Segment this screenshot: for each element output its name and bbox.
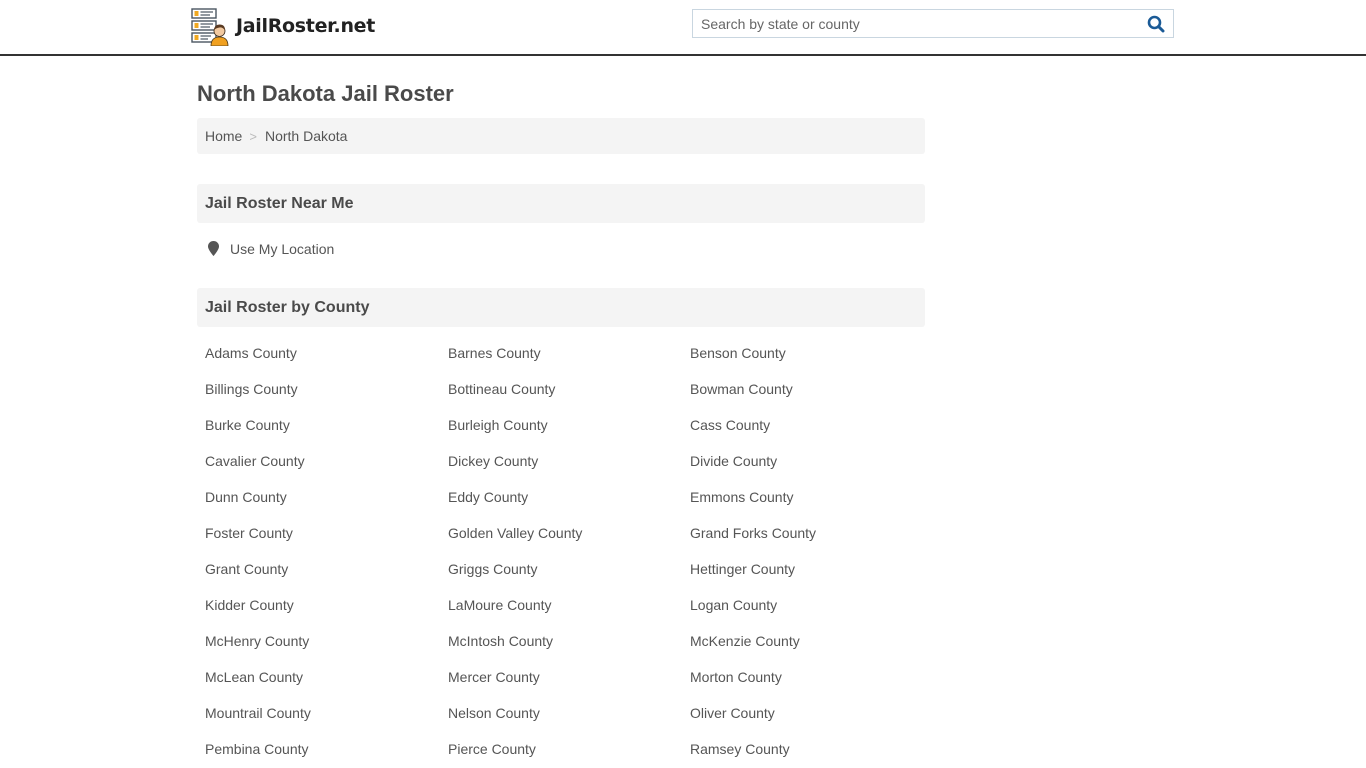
county-link[interactable]: Dickey County	[440, 443, 682, 479]
county-link[interactable]: Kidder County	[197, 587, 440, 623]
county-link[interactable]: Billings County	[197, 371, 440, 407]
county-link[interactable]: Golden Valley County	[440, 515, 682, 551]
county-link[interactable]: Adams County	[197, 335, 440, 371]
search-form	[692, 9, 1174, 38]
site-header: JailRoster.net	[0, 0, 1366, 56]
county-link[interactable]: Grant County	[197, 551, 440, 587]
county-link[interactable]: Emmons County	[682, 479, 925, 515]
county-link[interactable]: McHenry County	[197, 623, 440, 659]
county-link[interactable]: LaMoure County	[440, 587, 682, 623]
breadcrumb-home[interactable]: Home	[205, 128, 242, 144]
county-link[interactable]: Pembina County	[197, 731, 440, 767]
county-list: Adams County Barnes County Benson County Bi…	[197, 335, 925, 767]
county-link[interactable]: Burleigh County	[440, 407, 682, 443]
county-link[interactable]: Barnes County	[440, 335, 682, 371]
by-county-heading: Jail Roster by County	[197, 288, 925, 327]
page-title: North Dakota Jail Roster	[197, 81, 454, 106]
county-link[interactable]: Logan County	[682, 587, 925, 623]
county-link[interactable]: Mountrail County	[197, 695, 440, 731]
breadcrumb-current: North Dakota	[264, 128, 348, 144]
county-link[interactable]: McLean County	[197, 659, 440, 695]
site-logo-link[interactable]: JailRoster.net	[191, 8, 376, 47]
map-pin-icon	[208, 240, 219, 256]
county-link[interactable]: Bottineau County	[440, 371, 682, 407]
county-link[interactable]: Foster County	[197, 515, 440, 551]
search-input[interactable]	[693, 10, 1139, 37]
county-link[interactable]: Grand Forks County	[682, 515, 925, 551]
county-link[interactable]: Hettinger County	[682, 551, 925, 587]
county-link[interactable]: Cass County	[682, 407, 925, 443]
roster-logo-icon	[191, 8, 229, 47]
county-link[interactable]: McKenzie County	[682, 623, 925, 659]
use-my-location-button[interactable]: Use My Location	[197, 223, 925, 275]
county-link[interactable]: McIntosh County	[440, 623, 682, 659]
county-link[interactable]: Cavalier County	[197, 443, 440, 479]
county-link[interactable]: Benson County	[682, 335, 925, 371]
county-link[interactable]: Griggs County	[440, 551, 682, 587]
site-logo-text: JailRoster.net	[236, 15, 376, 37]
county-link[interactable]: Ramsey County	[682, 731, 925, 767]
county-link[interactable]: Nelson County	[440, 695, 682, 731]
county-link[interactable]: Pierce County	[440, 731, 682, 767]
breadcrumb-separator: >	[249, 128, 257, 144]
main-content: North Dakota Jail Roster Home > North Da…	[197, 56, 925, 767]
county-link[interactable]: Burke County	[197, 407, 440, 443]
use-my-location-label: Use My Location	[230, 241, 335, 257]
county-link[interactable]: Morton County	[682, 659, 925, 695]
search-button[interactable]	[1139, 10, 1173, 37]
county-link[interactable]: Bowman County	[682, 371, 925, 407]
breadcrumb: Home > North Dakota	[197, 118, 925, 154]
county-link[interactable]: Dunn County	[197, 479, 440, 515]
county-link[interactable]: Mercer County	[440, 659, 682, 695]
near-me-heading: Jail Roster Near Me	[197, 184, 925, 223]
county-link[interactable]: Divide County	[682, 443, 925, 479]
county-link[interactable]: Oliver County	[682, 695, 925, 731]
search-icon	[1147, 15, 1165, 32]
county-link[interactable]: Eddy County	[440, 479, 682, 515]
